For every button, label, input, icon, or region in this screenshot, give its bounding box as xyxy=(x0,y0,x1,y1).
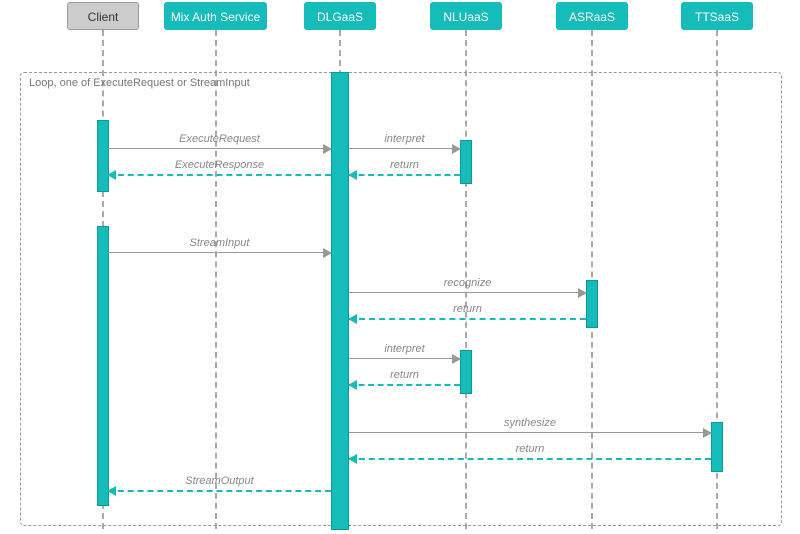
activation-client-1 xyxy=(97,120,109,192)
msg-execute-response: ExecuteResponse xyxy=(108,174,331,175)
msg-label: return xyxy=(349,369,460,381)
msg-stream-output: StreamOutput xyxy=(108,490,331,491)
msg-return-2: return xyxy=(349,318,586,319)
loop-label: Loop, one of ExecuteRequest or StreamInp… xyxy=(29,77,250,89)
participant-mixauth: Mix Auth Service xyxy=(164,2,267,30)
participant-dlgaas: DLGaaS xyxy=(304,2,376,30)
msg-label: StreamOutput xyxy=(108,475,331,487)
participant-ttsaas: TTSaaS xyxy=(681,2,753,30)
msg-label: return xyxy=(349,159,460,171)
msg-label: synthesize xyxy=(349,417,711,429)
participant-client: Client xyxy=(67,2,139,30)
activation-nluaas-2 xyxy=(460,350,472,394)
activation-asraas-1 xyxy=(586,280,598,328)
msg-label: ExecuteRequest xyxy=(108,133,331,145)
msg-label: return xyxy=(349,443,711,455)
msg-return-4: return xyxy=(349,458,711,459)
activation-client-2 xyxy=(97,226,109,506)
msg-return-3: return xyxy=(349,384,460,385)
activation-nluaas-1 xyxy=(460,140,472,184)
msg-interpret-1: interpret xyxy=(349,148,460,149)
activation-ttsaas-1 xyxy=(711,422,723,472)
msg-stream-input: StreamInput xyxy=(108,252,331,253)
msg-return-1: return xyxy=(349,174,460,175)
participant-asraas: ASRaaS xyxy=(556,2,628,30)
msg-label: interpret xyxy=(349,343,460,355)
msg-recognize: recognize xyxy=(349,292,586,293)
msg-interpret-2: interpret xyxy=(349,358,460,359)
msg-label: StreamInput xyxy=(108,237,331,249)
msg-label: return xyxy=(349,303,586,315)
msg-execute-request: ExecuteRequest xyxy=(108,148,331,149)
msg-synthesize: synthesize xyxy=(349,432,711,433)
participant-nluaas: NLUaaS xyxy=(430,2,502,30)
msg-label: ExecuteResponse xyxy=(108,159,331,171)
msg-label: interpret xyxy=(349,133,460,145)
activation-dlgaas xyxy=(331,72,349,530)
msg-label: recognize xyxy=(349,277,586,289)
